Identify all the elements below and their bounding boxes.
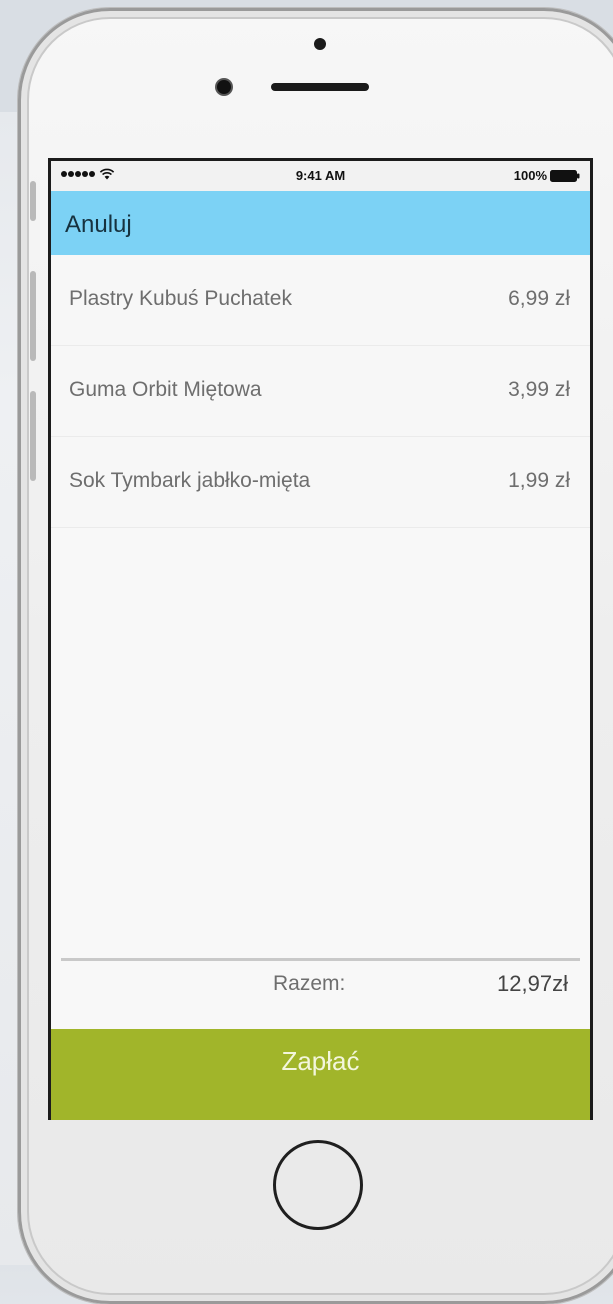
navigation-bar: Anuluj bbox=[51, 191, 590, 255]
item-price: 6,99 zł bbox=[508, 287, 570, 310]
cart-item-list: Plastry Kubuś Puchatek 6,99 zł Guma Orbi… bbox=[51, 255, 590, 528]
proximity-sensor bbox=[314, 38, 326, 50]
item-name: Plastry Kubuś Puchatek bbox=[69, 287, 292, 310]
front-camera bbox=[217, 80, 231, 94]
item-name: Sok Tymbark jabłko-mięta bbox=[69, 469, 311, 492]
battery-percent: 100% bbox=[513, 168, 547, 183]
earpiece-speaker bbox=[271, 83, 369, 91]
status-bar: 9:41 AM 100% bbox=[51, 161, 590, 191]
volume-down-button bbox=[30, 391, 36, 481]
total-label: Razem: bbox=[273, 972, 346, 995]
status-time: 9:41 AM bbox=[295, 168, 346, 183]
battery-indicator: 100% bbox=[514, 168, 580, 183]
battery-icon bbox=[550, 169, 580, 182]
volume-up-button bbox=[30, 271, 36, 361]
item-price: 3,99 zł bbox=[508, 378, 570, 401]
cancel-button[interactable]: Anuluj bbox=[65, 211, 132, 239]
phone-screen: 9:41 AM 100% Anuluj Plastry Kubuś Puchat… bbox=[48, 158, 593, 1120]
total-divider bbox=[61, 958, 580, 961]
total-value: 12,97zł bbox=[497, 971, 568, 996]
mute-switch bbox=[30, 181, 36, 221]
list-item[interactable]: Plastry Kubuś Puchatek 6,99 zł bbox=[51, 255, 590, 346]
list-item[interactable]: Guma Orbit Miętowa 3,99 zł bbox=[51, 346, 590, 437]
pay-button[interactable]: Zapłać bbox=[51, 1029, 590, 1120]
item-name: Guma Orbit Miętowa bbox=[69, 378, 262, 401]
list-item[interactable]: Sok Tymbark jabłko-mięta 1,99 zł bbox=[51, 437, 590, 528]
item-price: 1,99 zł bbox=[508, 469, 570, 492]
home-button[interactable] bbox=[273, 1140, 363, 1230]
